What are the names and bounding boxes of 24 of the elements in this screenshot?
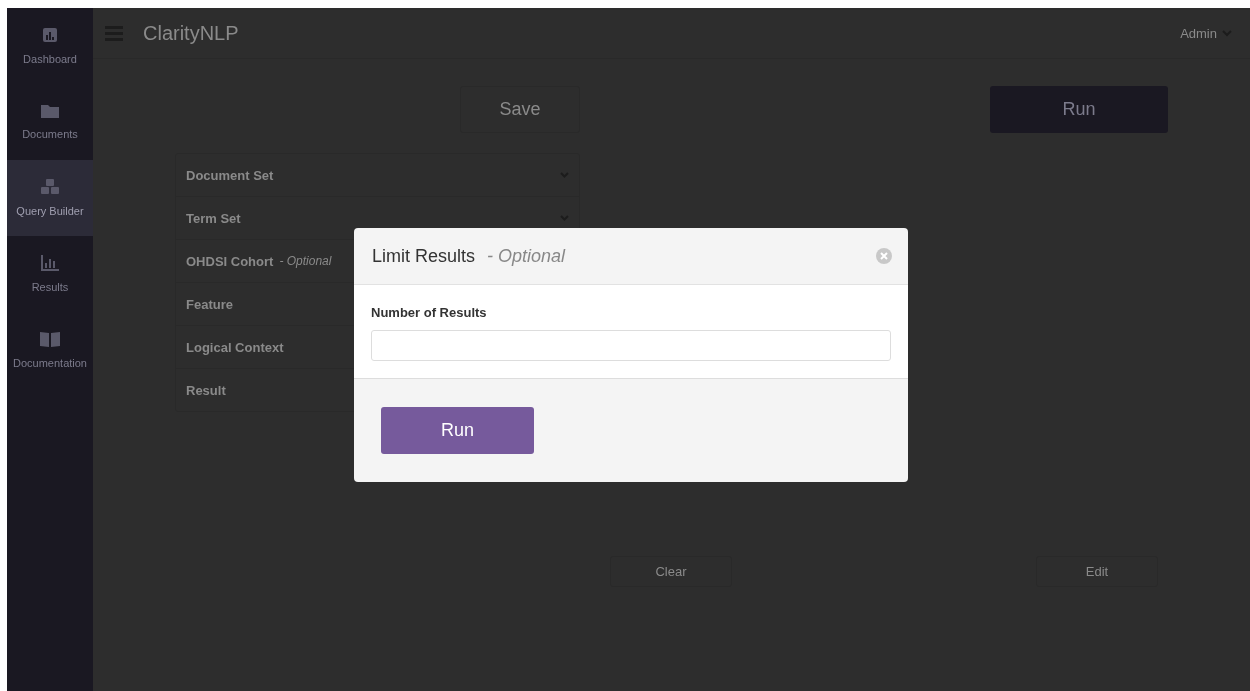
sidebar-item[interactable]: Documentation — [7, 312, 93, 388]
accordion-header[interactable]: Document Set — [176, 154, 579, 197]
input-field[interactable] — [371, 330, 891, 361]
sidebar-item[interactable]: Dashboard — [7, 8, 93, 84]
chart-icon — [42, 27, 58, 43]
action-button[interactable]: Edit — [1036, 556, 1158, 587]
bar-chart-icon — [41, 255, 59, 271]
save-button[interactable]: Save — [460, 86, 580, 133]
run-button[interactable]: Run — [381, 407, 534, 454]
optional-note: - Optional — [487, 245, 566, 267]
folder-icon — [41, 104, 59, 118]
run-button[interactable]: Run — [990, 86, 1168, 133]
sidebar-item[interactable]: Documents — [7, 84, 93, 160]
book-icon — [40, 331, 60, 347]
app-title: ClarityNLP — [143, 21, 239, 45]
cubes-icon — [41, 179, 59, 195]
modal-title: Limit Results — [372, 245, 476, 267]
sidebar-item[interactable]: Results — [7, 236, 93, 312]
user-menu[interactable]: Admin — [1174, 24, 1238, 42]
action-button[interactable]: Clear — [610, 556, 732, 587]
close-icon[interactable] — [876, 248, 892, 264]
sidebar-item[interactable]: Query Builder — [7, 160, 93, 236]
optional-note: - Optional — [279, 254, 332, 268]
field-label: Number of Results — [371, 305, 488, 320]
